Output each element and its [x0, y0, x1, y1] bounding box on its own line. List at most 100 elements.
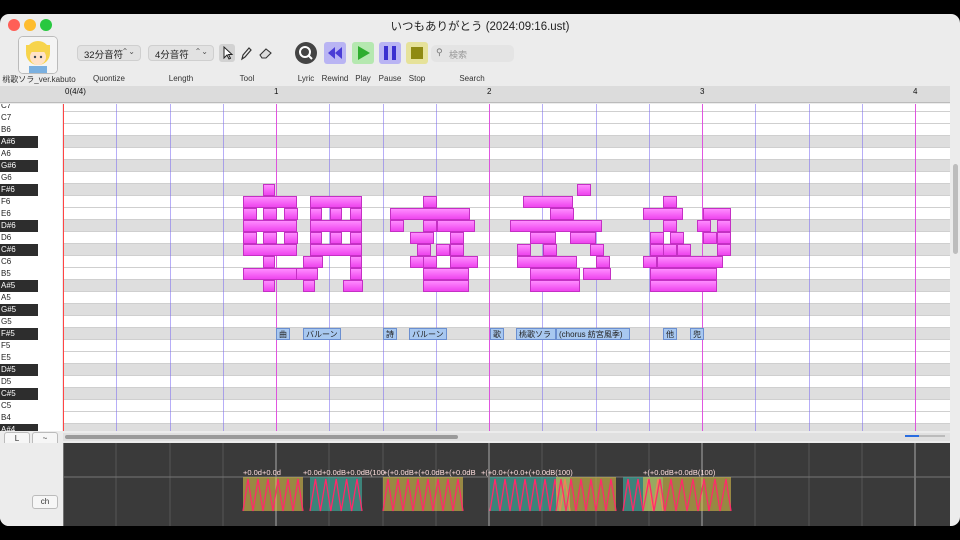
- piano-key[interactable]: E6: [0, 208, 38, 220]
- pencil-tool-button[interactable]: [238, 44, 254, 62]
- piano-key[interactable]: C7: [0, 112, 38, 124]
- piano-key[interactable]: C6: [0, 256, 38, 268]
- piano-roll[interactable]: 曲バルーン詩バルーン歌桃歌ソラ (chorus 紡宮風季) 他兜: [63, 104, 950, 431]
- note-block[interactable]: [436, 244, 450, 256]
- note-block[interactable]: [423, 268, 469, 280]
- note-block[interactable]: [263, 184, 275, 196]
- note-block[interactable]: [570, 232, 596, 244]
- note-block[interactable]: [577, 184, 591, 196]
- piano-key[interactable]: G#5: [0, 304, 38, 316]
- lyric-note[interactable]: 他: [663, 328, 677, 340]
- note-block[interactable]: [296, 268, 318, 280]
- piano-key[interactable]: D6: [0, 232, 38, 244]
- note-block[interactable]: [437, 220, 475, 232]
- note-block[interactable]: [590, 244, 604, 256]
- note-block[interactable]: [663, 220, 677, 232]
- note-block[interactable]: [303, 256, 323, 268]
- note-block[interactable]: [350, 232, 362, 244]
- note-block[interactable]: [717, 232, 731, 244]
- singer-avatar[interactable]: [18, 36, 58, 74]
- piano-key[interactable]: A#5: [0, 280, 38, 292]
- note-block[interactable]: [417, 244, 431, 256]
- note-block[interactable]: [390, 208, 470, 220]
- note-block[interactable]: [650, 280, 717, 292]
- note-block[interactable]: [530, 280, 580, 292]
- lyric-note[interactable]: 詩: [383, 328, 397, 340]
- lyric-note[interactable]: 歌: [490, 328, 504, 340]
- note-block[interactable]: [697, 220, 711, 232]
- pointer-tool-button[interactable]: [219, 44, 235, 62]
- piano-key[interactable]: E5: [0, 352, 38, 364]
- piano-key[interactable]: C5: [0, 400, 38, 412]
- note-block[interactable]: [530, 232, 556, 244]
- note-block[interactable]: [643, 208, 683, 220]
- note-block[interactable]: [303, 280, 315, 292]
- note-block[interactable]: [284, 232, 298, 244]
- note-block[interactable]: [717, 244, 731, 256]
- note-block[interactable]: [450, 244, 464, 256]
- note-block[interactable]: [670, 232, 684, 244]
- note-block[interactable]: [343, 280, 363, 292]
- note-block[interactable]: [243, 208, 257, 220]
- note-block[interactable]: [423, 220, 437, 232]
- piano-key[interactable]: A#4: [0, 424, 38, 431]
- horizontal-scrollbar[interactable]: [63, 433, 950, 441]
- note-block[interactable]: [410, 232, 434, 244]
- note-block[interactable]: [717, 220, 731, 232]
- note-block[interactable]: [657, 256, 723, 268]
- lyric-note[interactable]: 曲: [276, 328, 290, 340]
- note-block[interactable]: [677, 244, 691, 256]
- piano-key[interactable]: B4: [0, 412, 38, 424]
- note-block[interactable]: [350, 208, 362, 220]
- vertical-scroll-thumb[interactable]: [953, 164, 958, 254]
- lyric-note[interactable]: バルーン: [303, 328, 341, 340]
- note-block[interactable]: [350, 256, 362, 268]
- note-block[interactable]: [517, 256, 577, 268]
- rewind-button[interactable]: [324, 42, 346, 64]
- note-block[interactable]: [310, 232, 322, 244]
- note-block[interactable]: [243, 232, 257, 244]
- note-block[interactable]: [650, 244, 664, 256]
- piano-key[interactable]: C7: [0, 104, 38, 112]
- note-block[interactable]: [310, 244, 362, 256]
- piano-key[interactable]: G5: [0, 316, 38, 328]
- lyric-button[interactable]: [295, 42, 317, 64]
- note-block[interactable]: [550, 208, 574, 220]
- note-block[interactable]: [450, 232, 464, 244]
- note-block[interactable]: [703, 232, 717, 244]
- play-button[interactable]: [352, 42, 374, 64]
- note-block[interactable]: [517, 244, 531, 256]
- piano-key[interactable]: B5: [0, 268, 38, 280]
- note-block[interactable]: [650, 232, 664, 244]
- note-block[interactable]: [423, 280, 469, 292]
- pitch-envelope-pane[interactable]: +0.0d+0.0d +0.0d+0.0dB+0.0dB(100 +(+0.0dB+…: [63, 443, 950, 526]
- note-block[interactable]: [650, 268, 717, 280]
- piano-keyboard[interactable]: C7 C7 B6 A#6 A6 G#6 G6 F#6 F6 E6 D#6 D6 C#6 C6 B5 A#5 A5…: [0, 104, 62, 431]
- piano-key[interactable]: G6: [0, 172, 38, 184]
- note-block[interactable]: [423, 256, 437, 268]
- lyric-note[interactable]: (chorus 紡宮風季): [556, 328, 630, 340]
- note-block[interactable]: [663, 196, 677, 208]
- piano-key[interactable]: F#5: [0, 328, 38, 340]
- note-block[interactable]: [310, 220, 362, 232]
- lyric-note[interactable]: 桃歌ソラ: [516, 328, 556, 340]
- ch-button[interactable]: ch: [32, 495, 58, 509]
- quantize-select[interactable]: 32分音符 ⌃⌄: [77, 45, 141, 61]
- eraser-tool-button[interactable]: [257, 44, 273, 62]
- piano-key[interactable]: A6: [0, 148, 38, 160]
- lyric-note[interactable]: バルーン: [409, 328, 447, 340]
- note-block[interactable]: [310, 208, 322, 220]
- note-block[interactable]: [583, 268, 611, 280]
- note-block[interactable]: [243, 196, 297, 208]
- note-block[interactable]: [284, 208, 298, 220]
- note-block[interactable]: [643, 256, 657, 268]
- note-block[interactable]: [263, 280, 275, 292]
- note-block[interactable]: [330, 208, 342, 220]
- piano-key[interactable]: B6: [0, 124, 38, 136]
- horizontal-scroll-thumb[interactable]: [65, 435, 458, 439]
- length-select[interactable]: 4分音符 ⌃⌄: [148, 45, 214, 61]
- measure-ruler[interactable]: 0(4/4) 1 2 3 4: [0, 86, 950, 103]
- piano-key[interactable]: D#6: [0, 220, 38, 232]
- pause-button[interactable]: [379, 42, 401, 64]
- note-block[interactable]: [350, 268, 362, 280]
